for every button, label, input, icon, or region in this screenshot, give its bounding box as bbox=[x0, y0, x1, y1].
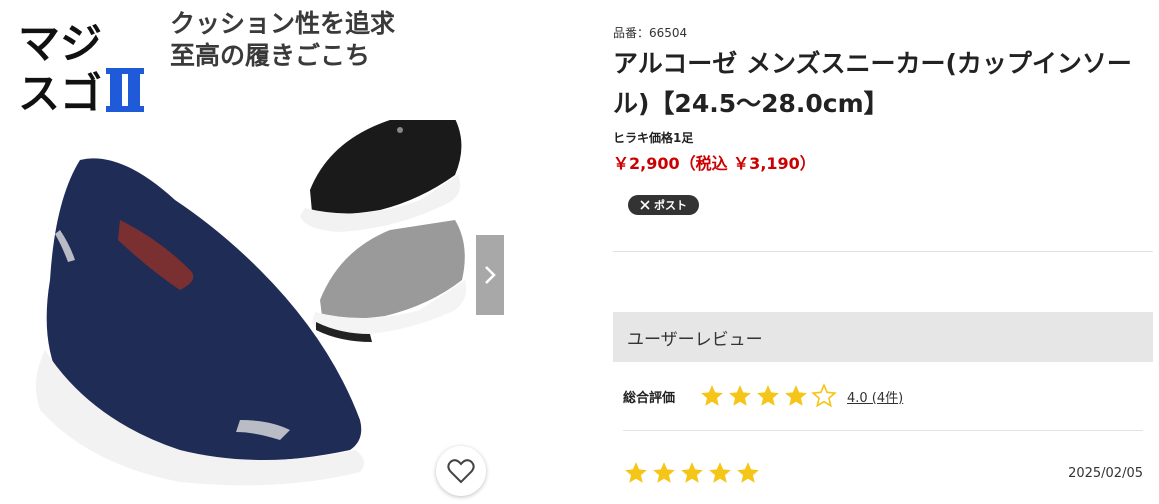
next-image-button[interactable] bbox=[476, 235, 504, 315]
x-logo-icon bbox=[640, 200, 650, 210]
star-empty-icon bbox=[811, 383, 837, 408]
overall-stars bbox=[699, 383, 837, 409]
promo-line-2: 至高の履きごこち bbox=[170, 41, 371, 70]
svg-text:マジ: マジ bbox=[18, 19, 102, 68]
review-heading: ユーザーレビュー bbox=[627, 329, 763, 350]
product-sku: 品番：66504 bbox=[613, 26, 688, 40]
share-label: ポスト bbox=[654, 199, 687, 212]
product-image bbox=[36, 120, 467, 486]
star-filled-icon bbox=[681, 462, 703, 483]
promo-text: クッション性を追求 至高の履きごこち bbox=[170, 8, 395, 72]
x-share-button[interactable]: ポスト bbox=[628, 195, 699, 215]
star-filled-icon bbox=[653, 462, 675, 483]
review-stars bbox=[623, 460, 761, 486]
review-section-header: ユーザーレビュー bbox=[613, 312, 1153, 362]
chevron-right-icon bbox=[485, 266, 496, 284]
star-filled-icon bbox=[701, 385, 723, 406]
review-item: 2025/02/05 bbox=[623, 458, 1143, 488]
price-label: ヒラキ価格1足 bbox=[613, 131, 694, 145]
review-count-link[interactable]: 4.0 (4件) bbox=[847, 387, 903, 406]
divider bbox=[613, 251, 1153, 252]
review-date: 2025/02/05 bbox=[1068, 465, 1143, 481]
brand-logo: マジ スゴ bbox=[18, 19, 144, 114]
heart-icon bbox=[447, 459, 475, 484]
star-filled-icon bbox=[785, 385, 807, 406]
overall-rating-label: 総合評価 bbox=[623, 390, 676, 406]
product-gallery: マジ スゴ クッション性を追求 至高の履きごこち bbox=[0, 0, 505, 504]
svg-text:スゴ: スゴ bbox=[18, 69, 102, 114]
product-title: アルコーゼ メンズスニーカー(カップインソール)【24.5～28.0cm】 bbox=[613, 49, 1132, 118]
favorite-button[interactable] bbox=[436, 446, 486, 496]
star-filled-icon bbox=[625, 462, 647, 483]
overall-rating: 総合評価 4.0 (4件) bbox=[623, 378, 903, 414]
star-filled-icon bbox=[757, 385, 779, 406]
promo-line-1: クッション性を追求 bbox=[170, 9, 396, 38]
star-filled-icon bbox=[709, 462, 731, 483]
product-price: ￥2,900（税込 ￥3,190） bbox=[613, 154, 816, 173]
star-filled-icon bbox=[737, 462, 759, 483]
grey-shoe-image bbox=[312, 220, 467, 342]
star-filled-icon bbox=[729, 385, 751, 406]
black-shoe-image bbox=[300, 120, 462, 232]
divider bbox=[623, 430, 1143, 431]
product-info: 品番：66504 アルコーゼ メンズスニーカー(カップインソール)【24.5～2… bbox=[613, 0, 1159, 504]
